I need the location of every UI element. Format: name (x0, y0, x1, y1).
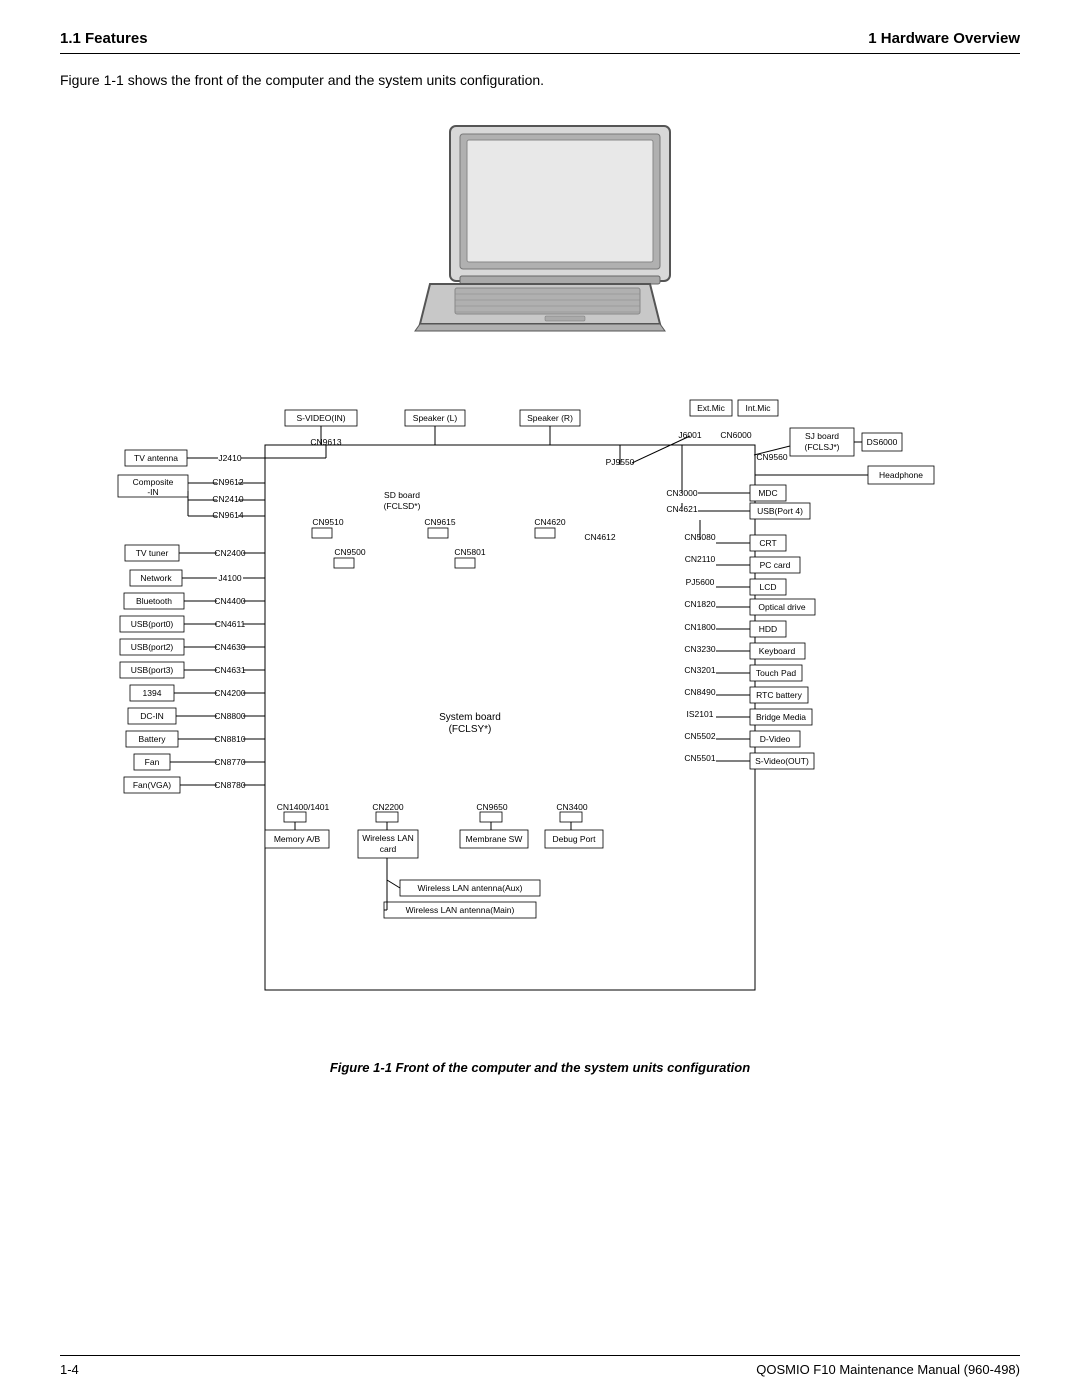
svg-text:CN2110: CN2110 (685, 554, 716, 564)
svg-text:IS2101: IS2101 (687, 709, 714, 719)
svg-text:Memory A/B: Memory A/B (274, 834, 321, 844)
svg-text:USB(port2): USB(port2) (131, 642, 174, 652)
svg-text:Headphone: Headphone (879, 470, 923, 480)
svg-text:S-VIDEO(IN): S-VIDEO(IN) (296, 413, 345, 423)
footer-page-number: 1-4 (60, 1362, 79, 1377)
svg-text:Fan(VGA): Fan(VGA) (133, 780, 171, 790)
svg-text:PC card: PC card (760, 560, 791, 570)
diagram-area: .label { font-family: Arial, sans-serif;… (110, 350, 970, 1050)
svg-text:SD board: SD board (384, 490, 420, 500)
svg-text:USB(port3): USB(port3) (131, 665, 174, 675)
svg-text:J6001: J6001 (678, 430, 701, 440)
svg-text:CN9650: CN9650 (476, 802, 507, 812)
svg-text:CN3201: CN3201 (684, 665, 715, 675)
svg-text:CN5502: CN5502 (684, 731, 715, 741)
svg-text:S-Video(OUT): S-Video(OUT) (755, 756, 809, 766)
svg-text:Wireless LAN antenna(Main): Wireless LAN antenna(Main) (406, 905, 515, 915)
svg-text:Speaker (L): Speaker (L) (413, 413, 458, 423)
svg-text:Wireless LAN antenna(Aux): Wireless LAN antenna(Aux) (418, 883, 523, 893)
svg-text:CN4620: CN4620 (534, 517, 565, 527)
svg-text:CN1400/1401: CN1400/1401 (277, 802, 330, 812)
svg-text:CN9500: CN9500 (334, 547, 365, 557)
svg-text:(FCLSY*): (FCLSY*) (449, 724, 492, 735)
svg-text:DC-IN: DC-IN (140, 711, 164, 721)
laptop-svg (370, 106, 710, 336)
svg-text:CN9615: CN9615 (424, 517, 455, 527)
svg-text:CN4611: CN4611 (215, 619, 246, 629)
svg-text:Optical drive: Optical drive (758, 602, 806, 612)
svg-text:Composite: Composite (133, 477, 174, 487)
svg-text:CN4400: CN4400 (214, 596, 245, 606)
svg-text:CN8780: CN8780 (214, 780, 245, 790)
svg-text:CN6000: CN6000 (720, 430, 751, 440)
svg-text:Speaker (R): Speaker (R) (527, 413, 573, 423)
svg-text:Wireless LAN: Wireless LAN (362, 833, 413, 843)
svg-text:CN4200: CN4200 (214, 688, 245, 698)
svg-text:SJ board: SJ board (805, 431, 839, 441)
laptop-illustration (60, 106, 1020, 336)
svg-text:CN3400: CN3400 (556, 802, 587, 812)
svg-text:Bluetooth: Bluetooth (136, 596, 172, 606)
svg-text:CN5501: CN5501 (684, 753, 715, 763)
svg-text:CN1820: CN1820 (684, 599, 715, 609)
page-header: 1.1 Features 1 Hardware Overview (60, 30, 1020, 54)
svg-text:CRT: CRT (759, 538, 776, 548)
svg-text:1394: 1394 (143, 688, 162, 698)
svg-text:CN8800: CN8800 (214, 711, 245, 721)
svg-text:USB(port0): USB(port0) (131, 619, 174, 629)
svg-text:Bridge Media: Bridge Media (756, 712, 806, 722)
footer-manual-title: QOSMIO F10 Maintenance Manual (960-498) (756, 1362, 1020, 1377)
svg-text:Int.Mic: Int.Mic (745, 403, 771, 413)
svg-text:Battery: Battery (139, 734, 167, 744)
svg-text:Fan: Fan (145, 757, 160, 767)
svg-text:-IN: -IN (147, 487, 158, 497)
svg-text:CN9510: CN9510 (312, 517, 343, 527)
diagram-svg: .label { font-family: Arial, sans-serif;… (110, 350, 970, 1050)
svg-text:CN8810: CN8810 (214, 734, 245, 744)
figure-caption: Figure 1-1 Front of the computer and the… (60, 1060, 1020, 1075)
svg-text:J2410: J2410 (218, 453, 241, 463)
svg-text:(FCLSJ*): (FCLSJ*) (805, 442, 840, 452)
svg-text:TV antenna: TV antenna (134, 453, 178, 463)
svg-text:CN9612: CN9612 (212, 477, 243, 487)
svg-text:CN2400: CN2400 (214, 548, 245, 558)
svg-text:Touch Pad: Touch Pad (756, 668, 796, 678)
svg-text:Keyboard: Keyboard (759, 646, 796, 656)
svg-text:CN5801: CN5801 (454, 547, 485, 557)
svg-text:CN2200: CN2200 (372, 802, 403, 812)
intro-text: Figure 1-1 shows the front of the comput… (60, 72, 1020, 88)
section-label-left: 1.1 Features (60, 30, 148, 47)
svg-text:PJ5600: PJ5600 (686, 577, 715, 587)
svg-text:HDD: HDD (759, 624, 777, 634)
svg-text:CN2410: CN2410 (212, 494, 243, 504)
svg-text:Membrane SW: Membrane SW (466, 834, 523, 844)
svg-text:CN3230: CN3230 (684, 644, 715, 654)
svg-text:CN9614: CN9614 (212, 510, 243, 520)
svg-text:CN1800: CN1800 (684, 622, 715, 632)
page-footer: 1-4 QOSMIO F10 Maintenance Manual (960-4… (60, 1355, 1020, 1377)
svg-text:MDC: MDC (758, 488, 777, 498)
page: 1.1 Features 1 Hardware Overview Figure … (0, 0, 1080, 1397)
svg-text:Ext.Mic: Ext.Mic (697, 403, 726, 413)
svg-text:CN8770: CN8770 (214, 757, 245, 767)
svg-text:card: card (380, 844, 397, 854)
svg-text:Debug Port: Debug Port (553, 834, 597, 844)
svg-text:DS6000: DS6000 (867, 437, 898, 447)
svg-text:CN8490: CN8490 (684, 687, 715, 697)
svg-text:Network: Network (140, 573, 172, 583)
section-label-right: 1 Hardware Overview (868, 30, 1020, 47)
svg-text:D-Video: D-Video (760, 734, 791, 744)
svg-text:USB(Port 4): USB(Port 4) (757, 506, 803, 516)
svg-text:(FCLSD*): (FCLSD*) (384, 501, 421, 511)
svg-text:RTC battery: RTC battery (756, 690, 802, 700)
svg-text:TV tuner: TV tuner (136, 548, 169, 558)
svg-text:System board: System board (439, 712, 501, 723)
svg-text:CN4631: CN4631 (214, 665, 245, 675)
svg-text:CN4630: CN4630 (214, 642, 245, 652)
svg-text:CN4612: CN4612 (584, 532, 615, 542)
svg-text:LCD: LCD (759, 582, 776, 592)
svg-text:J4100: J4100 (218, 573, 241, 583)
